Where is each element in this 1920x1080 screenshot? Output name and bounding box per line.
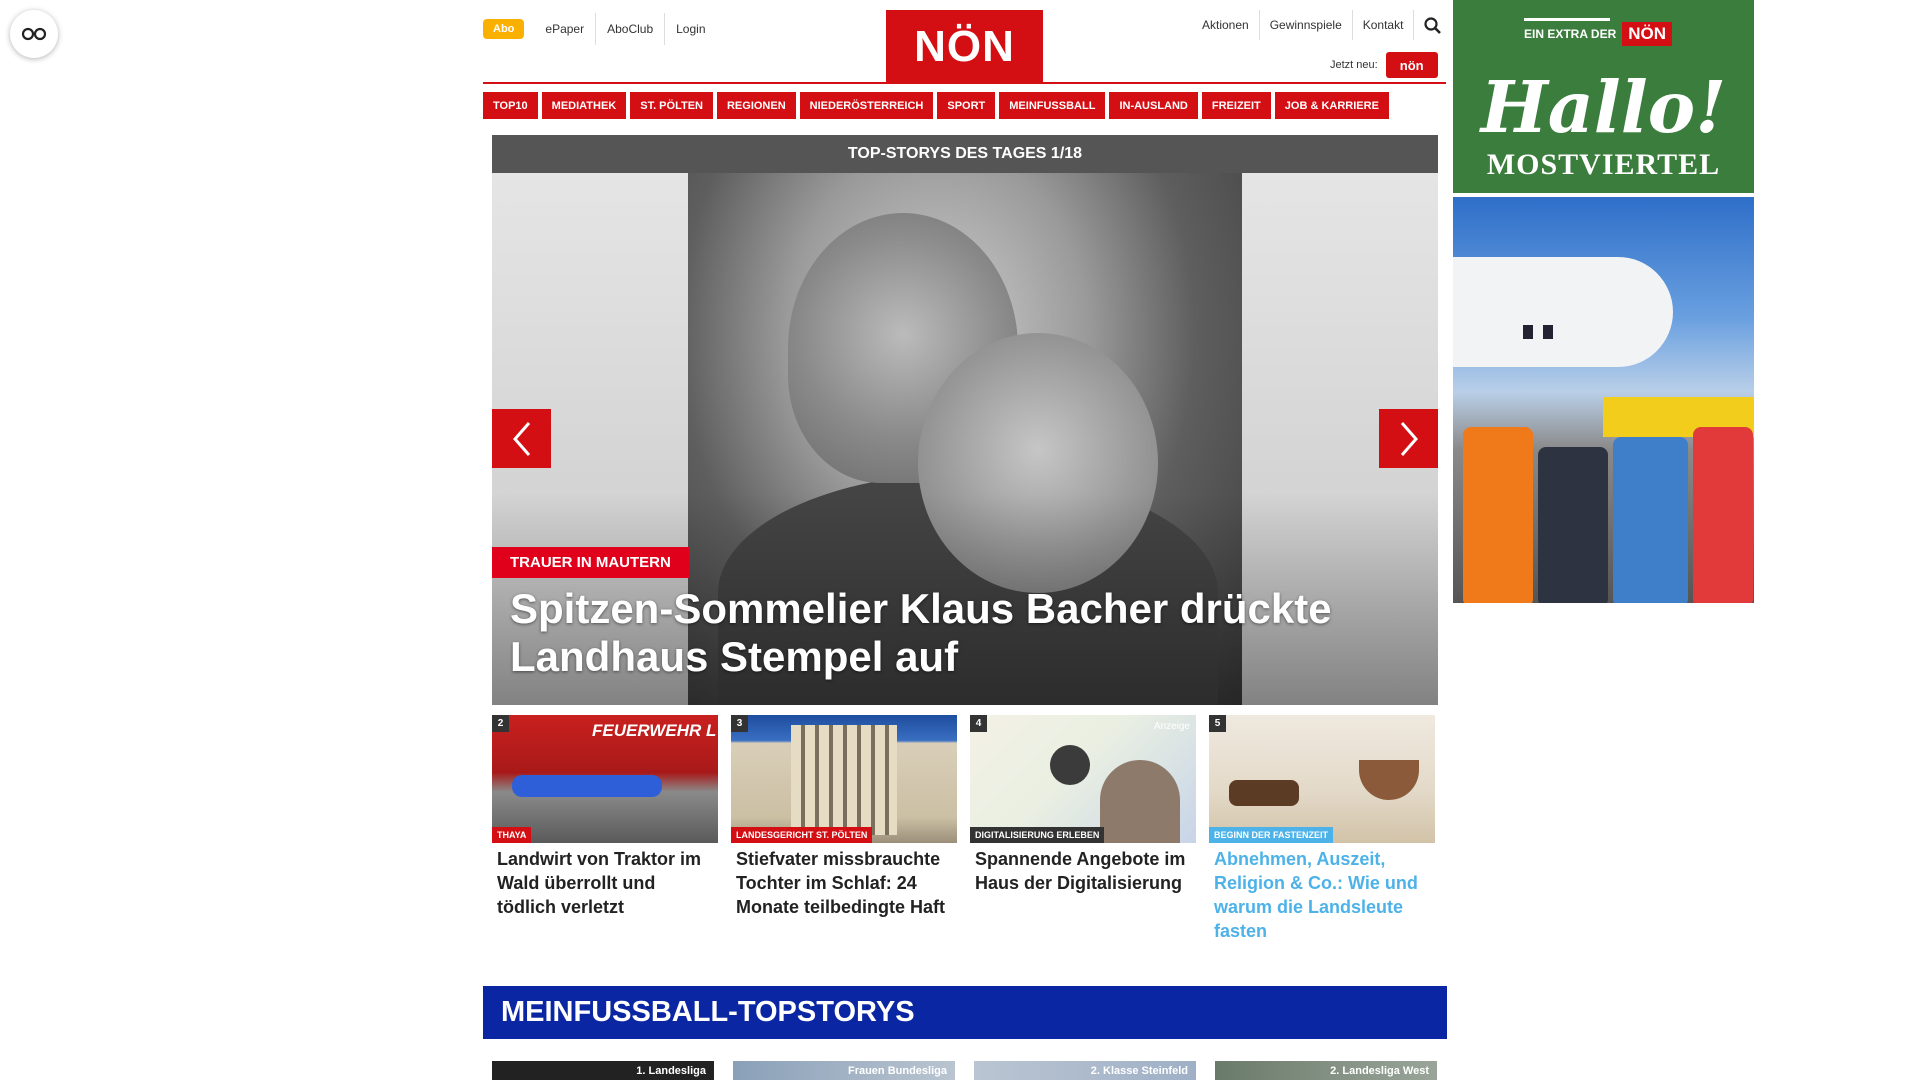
story-image: FEUERWEHR L 2 THAYA [492, 715, 718, 843]
nav-regionen[interactable]: REGIONEN [716, 92, 796, 119]
jetzt-neu: Jetzt neu: nön [1330, 52, 1438, 78]
fussball-thumb[interactable]: 2. Landesliga West [1215, 1061, 1437, 1080]
ad-region: MOSTVIERTEL [1486, 148, 1721, 181]
story-card[interactable]: FEUERWEHR L 2 THAYA Landwirt von Traktor… [492, 715, 718, 919]
nav-st-poelten[interactable]: ST. PÖLTEN [630, 92, 713, 119]
story-card[interactable]: 5 BEGINN DER FASTENZEIT Abnehmen, Auszei… [1209, 715, 1435, 943]
search-button[interactable] [1413, 10, 1451, 40]
story-tag: DIGITALISIERUNG ERLEBEN [970, 827, 1105, 843]
story-card[interactable]: 3 LANDESGERICHT ST. PÖLTEN Stiefvater mi… [731, 715, 957, 919]
noen-logo[interactable]: NÖN [886, 10, 1043, 84]
hero-tag[interactable]: TRAUER IN MAUTERN [492, 547, 689, 578]
header-divider [483, 82, 1446, 84]
reader-mode-button[interactable] [10, 10, 58, 58]
aktionen-link[interactable]: Aktionen [1192, 10, 1259, 40]
story-tag: LANDESGERICHT ST. PÖLTEN [731, 827, 873, 843]
nav-niederoesterreich[interactable]: NIEDERÖSTERREICH [799, 92, 934, 119]
glasses-icon [21, 27, 47, 41]
chevron-right-icon [1400, 421, 1418, 456]
story-rank: 2 [492, 715, 509, 732]
meinfussball-header: MEINFUSSBALL-TOPSTORYS [483, 986, 1447, 1039]
ad-image [1453, 197, 1754, 603]
fussball-thumb[interactable]: 2. Klasse Steinfeld [974, 1061, 1196, 1080]
top-right-links: Aktionen Gewinnspiele Kontakt [1192, 10, 1451, 40]
ad-extra-label: EIN EXTRA DER [1524, 27, 1617, 41]
ad-noen-logo: NÖN [1622, 22, 1673, 46]
ad-extra: EIN EXTRA DER NÖN [1524, 22, 1673, 46]
abo-button[interactable]: Abo [483, 19, 525, 39]
story-image: 4 Anzeige DIGITALISIERUNG ERLEBEN [970, 715, 1196, 843]
top-left-links: Abo ePaper AboClub Login [483, 13, 717, 45]
jetzt-neu-label: Jetzt neu: [1330, 59, 1378, 71]
story-title[interactable]: Abnehmen, Auszeit, Religion & Co.: Wie u… [1214, 847, 1430, 943]
aboclub-link[interactable]: AboClub [595, 13, 664, 45]
epaper-link[interactable]: ePaper [534, 13, 595, 45]
story-tag: THAYA [492, 827, 532, 843]
kontakt-link[interactable]: Kontakt [1351, 10, 1414, 40]
hero-slide[interactable]: TRAUER IN MAUTERN Spitzen-Sommelier Klau… [492, 173, 1438, 705]
ad-hallo: Hallo! [1480, 65, 1727, 149]
nav-top10[interactable]: TOP10 [483, 92, 538, 119]
fussball-league: 1. Landesliga [636, 1065, 706, 1077]
story-title[interactable]: Spannende Angebote im Haus der Digitalis… [975, 847, 1191, 895]
story-title[interactable]: Stiefvater missbrauchte Tochter im Schla… [736, 847, 952, 919]
search-icon [1424, 16, 1442, 34]
slider-next-button[interactable] [1379, 409, 1438, 468]
main-nav: TOP10 MEDIATHEK ST. PÖLTEN REGIONEN NIED… [483, 92, 1447, 119]
nav-in-ausland[interactable]: IN-AUSLAND [1109, 92, 1198, 119]
story-rank: 4 [970, 715, 987, 732]
story-tag: BEGINN DER FASTENZEIT [1209, 827, 1334, 843]
story-rank: 3 [731, 715, 748, 732]
fussball-thumb[interactable]: Frauen Bundesliga [733, 1061, 955, 1080]
ad-banner[interactable]: EIN EXTRA DER NÖN Hallo! MOSTVIERTEL [1453, 0, 1754, 603]
nav-mediathek[interactable]: MEDIATHEK [541, 92, 627, 119]
noen-app-badge[interactable]: nön [1385, 52, 1438, 78]
nav-meinfussball[interactable]: MEINFUSSBALL [999, 92, 1106, 119]
fussball-league: 2. Klasse Steinfeld [1090, 1065, 1188, 1077]
story-title[interactable]: Landwirt von Traktor im Wald überrollt u… [497, 847, 713, 919]
nav-sport[interactable]: SPORT [937, 92, 996, 119]
story-image: 3 LANDESGERICHT ST. PÖLTEN [731, 715, 957, 843]
anzeige-label: Anzeige [1153, 721, 1190, 732]
ad-top: EIN EXTRA DER NÖN Hallo! MOSTVIERTEL [1453, 0, 1754, 193]
story-card[interactable]: 4 Anzeige DIGITALISIERUNG ERLEBEN Spanne… [970, 715, 1196, 895]
fussball-league: Frauen Bundesliga [847, 1065, 947, 1077]
login-link[interactable]: Login [664, 13, 716, 45]
nav-job-karriere[interactable]: JOB & KARRIERE [1274, 92, 1389, 119]
fussball-thumb[interactable]: 1. Landesliga [492, 1061, 714, 1080]
slider-prev-button[interactable] [492, 409, 551, 468]
topstories-header: TOP-STORYS DES TAGES 1/18 [492, 135, 1438, 173]
hero-title[interactable]: Spitzen-Sommelier Klaus Bacher drückte L… [510, 585, 1410, 681]
chevron-left-icon [512, 421, 530, 456]
story-image: 5 BEGINN DER FASTENZEIT [1209, 715, 1435, 843]
nav-freizeit[interactable]: FREIZEIT [1201, 92, 1271, 119]
fussball-league: 2. Landesliga West [1330, 1065, 1429, 1077]
story-rank: 5 [1209, 715, 1226, 732]
gewinnspiele-link[interactable]: Gewinnspiele [1258, 10, 1352, 40]
